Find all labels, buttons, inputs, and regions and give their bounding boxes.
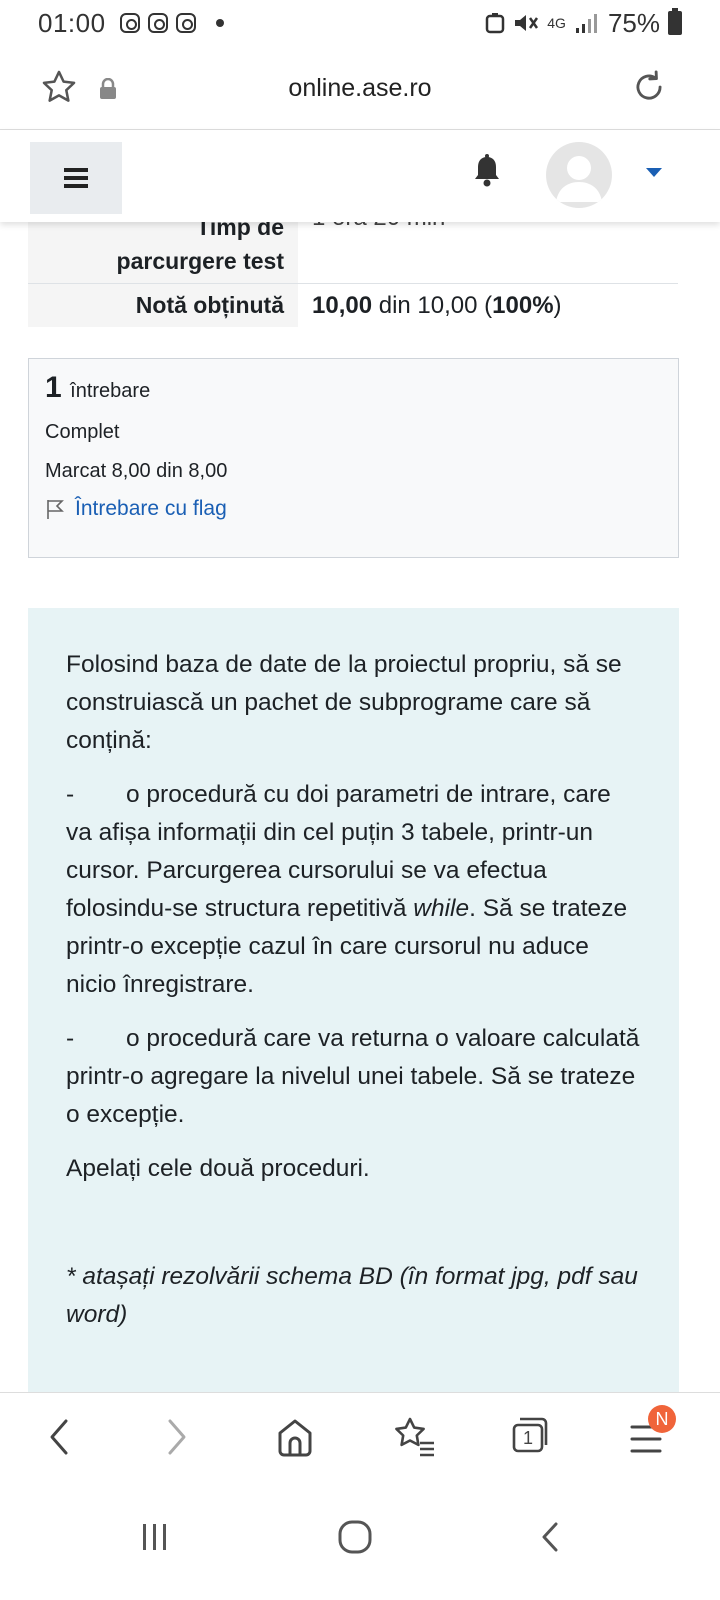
question-info-box: 1 întrebare Complet Marcat 8,00 din 8,00… bbox=[28, 358, 679, 558]
question-state: Complet bbox=[45, 421, 120, 443]
system-back-icon[interactable] bbox=[536, 1520, 566, 1554]
status-bar: 01:00 4G 75% bbox=[0, 0, 720, 46]
drawer-toggle-button[interactable] bbox=[30, 142, 122, 214]
summary-label-text: parcurgere test bbox=[116, 248, 284, 274]
tab-count: 1 bbox=[522, 1428, 533, 1448]
notification-icons bbox=[119, 13, 224, 33]
battery-percentage: 75% bbox=[607, 7, 660, 38]
tabs-button[interactable]: 1 bbox=[508, 1413, 552, 1457]
network-type: 4G bbox=[547, 14, 566, 31]
grade-close: ) bbox=[553, 292, 562, 319]
browser-toolbar: 1 N bbox=[0, 1392, 720, 1484]
item-text: o procedură care va returna o valoare ca… bbox=[66, 1025, 640, 1128]
question-item-2: -o procedură care va returna o valoare c… bbox=[66, 1020, 643, 1134]
instagram-icon bbox=[119, 13, 140, 33]
summary-label: Notă obținută bbox=[28, 284, 298, 327]
bullet-marker: - bbox=[66, 1025, 75, 1052]
summary-row-grade: Notă obținută 10,00 din 10,00 (100%) bbox=[28, 284, 678, 327]
question-number-label: întrebare bbox=[70, 380, 151, 402]
question-text: Folosind baza de date de la proiectul pr… bbox=[28, 608, 679, 1408]
mute-icon bbox=[515, 15, 539, 31]
notifications-bell-icon[interactable] bbox=[472, 154, 502, 188]
grade-score: 10,00 bbox=[312, 292, 373, 319]
home-button-icon[interactable] bbox=[336, 1518, 376, 1556]
menu-badge: N bbox=[648, 1405, 676, 1433]
question-call: Apelați cele două proceduri. bbox=[66, 1155, 370, 1182]
recent-apps-icon[interactable] bbox=[140, 1520, 170, 1554]
site-navbar bbox=[0, 130, 720, 222]
browser-url-bar: online.ase.ro bbox=[0, 46, 720, 130]
question-item-1: -o procedură cu doi parametri de intrare… bbox=[66, 776, 643, 1004]
grade-value: 10,00 din 10,00 (100%) bbox=[298, 284, 678, 327]
status-right: 4G 75% bbox=[485, 8, 682, 39]
more-notifications-icon bbox=[215, 19, 224, 27]
battery-icon bbox=[668, 8, 682, 35]
hamburger-icon bbox=[64, 168, 88, 188]
avatar-icon bbox=[556, 156, 602, 202]
grade-percent: 100% bbox=[492, 292, 554, 319]
home-icon[interactable] bbox=[274, 1415, 316, 1459]
grade-max: din 10,00 ( bbox=[372, 292, 493, 319]
url-text[interactable]: online.ase.ro bbox=[0, 74, 720, 103]
bullet-marker: - bbox=[66, 781, 75, 808]
question-number: 1 bbox=[45, 371, 62, 404]
user-menu-caret-icon[interactable] bbox=[646, 168, 662, 177]
user-avatar[interactable] bbox=[546, 142, 612, 208]
signal-icon bbox=[575, 14, 597, 33]
reload-icon[interactable] bbox=[630, 68, 668, 106]
item-italic: while bbox=[413, 895, 470, 922]
question-intro: Folosind baza de date de la proiectul pr… bbox=[66, 651, 622, 754]
status-time: 01:00 bbox=[38, 7, 106, 38]
instagram-icon bbox=[147, 13, 168, 33]
flag-question-link[interactable]: Întrebare cu flag bbox=[45, 497, 662, 521]
forward-icon[interactable] bbox=[162, 1415, 192, 1459]
instagram-icon bbox=[175, 13, 196, 33]
bookmarks-icon[interactable] bbox=[392, 1415, 438, 1459]
flag-icon bbox=[47, 500, 64, 519]
system-nav-bar bbox=[0, 1484, 720, 1600]
question-mark: Marcat 8,00 din 8,00 bbox=[45, 460, 228, 482]
recycle-icon bbox=[486, 13, 505, 34]
back-icon[interactable] bbox=[44, 1415, 74, 1459]
question-note: * atașați rezolvării schema BD (în forma… bbox=[66, 1263, 638, 1328]
flag-question-label[interactable]: Întrebare cu flag bbox=[75, 497, 227, 521]
